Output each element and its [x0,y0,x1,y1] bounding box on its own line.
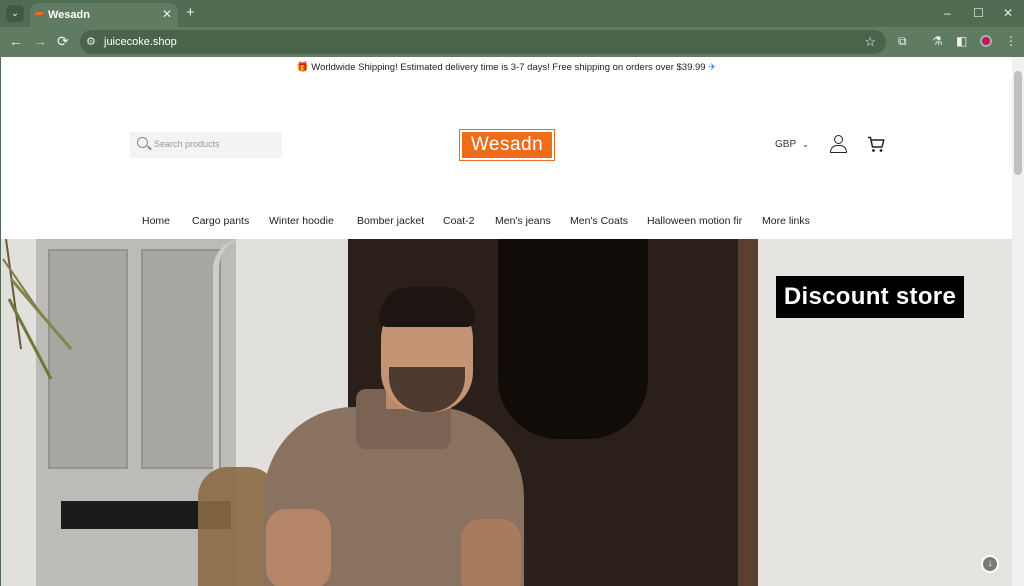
close-window-button[interactable]: ✕ [1003,6,1013,20]
minimize-button[interactable]: – [944,6,951,20]
scroll-thumb[interactable] [1014,71,1022,175]
address-bar[interactable]: ⚙ juicecoke.shop ☆ [80,30,886,54]
web-page: 🎁 Worldwide Shipping! Estimated delivery… [1,57,1012,586]
model-arm-left [266,509,331,586]
favicon-icon [35,12,43,15]
extensions-icon[interactable]: ⧉ [898,34,907,49]
chevron-down-icon: ⌄ [802,140,809,149]
kebab-menu-icon[interactable]: ⋮ [1005,34,1017,48]
currency-value: GBP [775,139,797,150]
search-box[interactable]: Search products [130,132,282,158]
site-settings-icon[interactable]: ⚙ [86,35,96,48]
main-nav: Home Cargo pants Winter hoodie Bomber ja… [1,215,1012,231]
back-button[interactable]: ← [9,33,23,49]
new-tab-button[interactable]: + [186,4,195,21]
hero-banner[interactable]: Discount store ↓ [1,239,1012,586]
announcement-text: Worldwide Shipping! Estimated delivery t… [311,62,706,73]
forward-button[interactable]: → [33,33,47,49]
hero-doorframe [738,239,758,586]
model-hair [379,287,475,327]
site-logo[interactable]: Wesadn [459,129,555,161]
gift-icon: 🎁 [296,62,309,73]
discount-badge: Discount store [776,276,964,318]
browser-window: ⌄ Wesadn ✕ + – ☐ ✕ ← → ⟳ ⚙ juicecoke.sho… [0,0,1024,586]
tab-close-icon[interactable]: ✕ [162,7,172,21]
tab-strip: ⌄ Wesadn ✕ + – ☐ ✕ [0,0,1024,27]
bookmark-star-icon[interactable]: ☆ [864,34,876,50]
maximize-button[interactable]: ☐ [973,6,984,20]
nav-item-halloween[interactable]: Halloween motion fir [647,215,742,227]
nav-item-mens-jeans[interactable]: Men's jeans [495,215,551,227]
plant-decoration [2,239,73,380]
page-scrollbar[interactable] [1012,57,1024,586]
account-icon[interactable] [830,135,847,153]
search-icon[interactable] [137,137,148,148]
reload-button[interactable]: ⟳ [57,33,69,50]
model-arm-right [461,519,521,586]
search-input[interactable]: Search products [154,139,220,149]
tab-search-icon[interactable]: ⌄ [6,5,24,22]
tab-title: Wesadn [48,9,90,21]
cart-icon[interactable] [867,136,885,153]
announcement-bar: 🎁 Worldwide Shipping! Estimated delivery… [1,62,1012,73]
url-text[interactable]: juicecoke.shop [104,36,177,48]
nav-item-cargo-pants[interactable]: Cargo pants [192,215,249,227]
nav-item-bomber-jacket[interactable]: Bomber jacket [357,215,424,227]
plane-icon: ✈ [708,62,717,73]
profile-icon[interactable] [980,35,992,47]
download-icon[interactable]: ↓ [981,555,999,573]
nav-item-winter-hoodie[interactable]: Winter hoodie [269,215,334,227]
nav-item-more-links[interactable]: More links [762,215,810,227]
nav-item-mens-coats[interactable]: Men's Coats [570,215,628,227]
tab-active[interactable]: Wesadn ✕ [30,3,178,27]
labs-icon[interactable]: ⚗ [932,34,943,48]
nav-item-home[interactable]: Home [142,215,170,227]
side-panel-icon[interactable]: ◧ [956,34,967,48]
currency-selector[interactable]: GBP ⌄ [775,139,809,150]
browser-toolbar: ← → ⟳ ⚙ juicecoke.shop ☆ ⧉ ⚗ ◧ ⋮ [0,27,1024,57]
nav-item-coat-2[interactable]: Coat-2 [443,215,475,227]
